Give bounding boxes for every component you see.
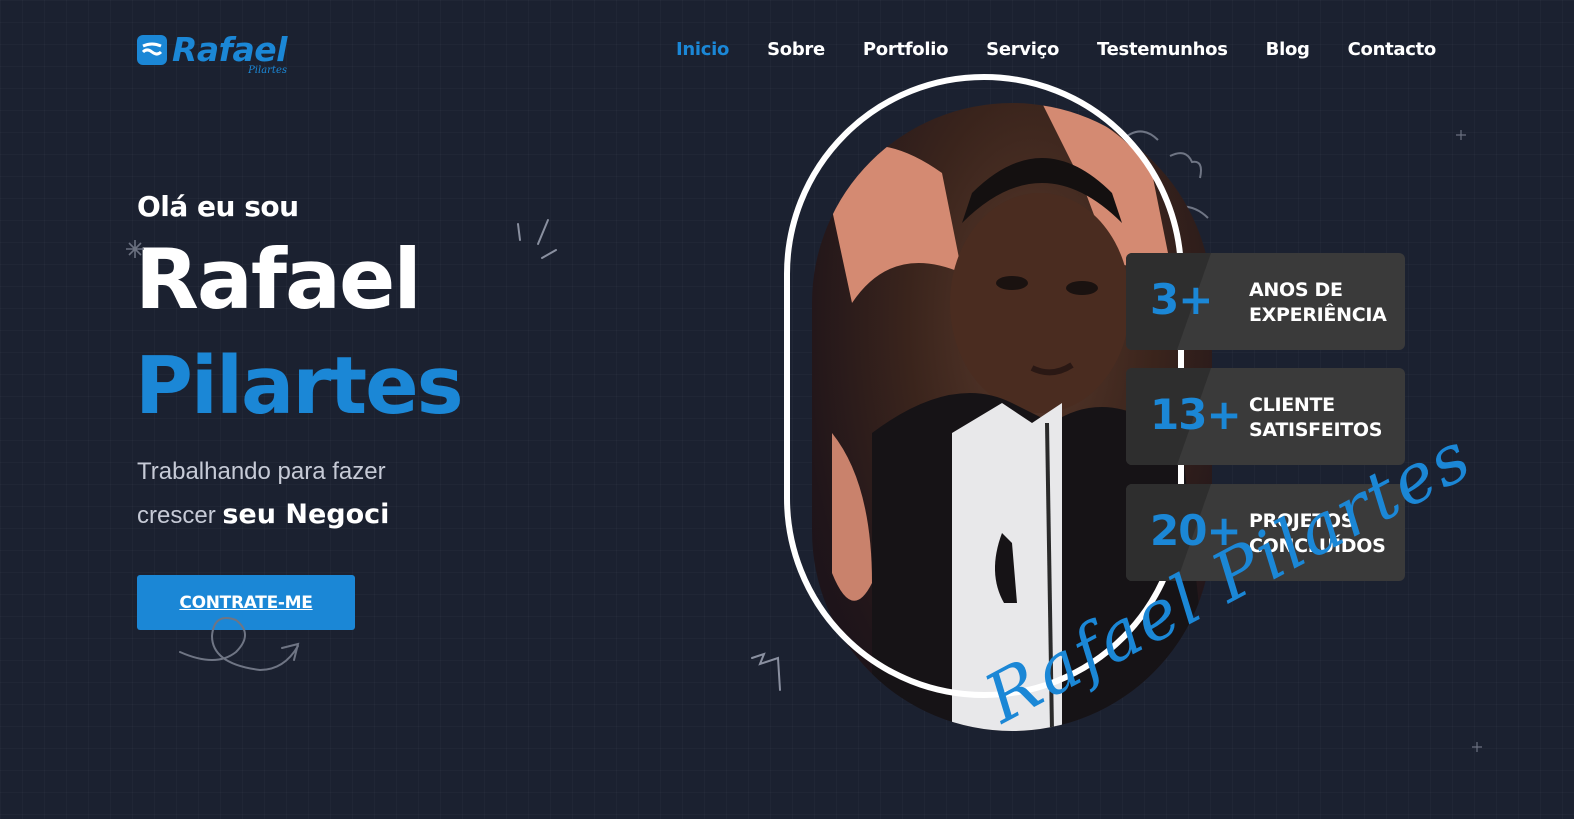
brand-name: Rafael	[172, 30, 288, 69]
tagline-plain: crescer	[137, 502, 216, 529]
hero-first-name: Rafael	[135, 231, 422, 328]
tagline-strong: seu Negoci	[222, 499, 390, 530]
stat-number: 3+	[1150, 275, 1213, 324]
tagline-line-2: crescer seu Negoci	[137, 493, 389, 537]
nav-item-sobre[interactable]: Sobre	[767, 39, 825, 60]
brand-sub: Pilartes	[248, 65, 287, 76]
stat-label-line-1: ANOS DE	[1249, 279, 1343, 301]
brand-logo[interactable]: Rafael Pilartes	[137, 30, 288, 76]
stat-label: CLIENTE SATISFEITOS	[1249, 393, 1382, 443]
sparkle-icon	[126, 240, 144, 258]
nav-item-blog[interactable]: Blog	[1266, 39, 1310, 60]
stat-label-line-2: EXPERIÊNCIA	[1249, 304, 1387, 326]
star-dot-icon	[1456, 130, 1466, 140]
nav-item-inicio[interactable]: Inicio	[676, 39, 729, 60]
nav-item-portfolio[interactable]: Portfolio	[863, 39, 949, 60]
logo-icon	[137, 35, 167, 65]
stat-label: ANOS DE EXPERIÊNCIA	[1249, 278, 1387, 328]
hero-greeting: Olá eu sou	[137, 190, 299, 223]
nav-item-contacto[interactable]: Contacto	[1348, 39, 1437, 60]
curly-arrow-icon	[179, 617, 300, 672]
stat-number: 13+	[1150, 390, 1242, 439]
nav-item-testemunhos[interactable]: Testemunhos	[1097, 39, 1228, 60]
dash-lines-icon	[517, 219, 557, 259]
stat-label-line-2: SATISFEITOS	[1249, 419, 1383, 441]
star-dot-icon	[1472, 742, 1482, 752]
tagline-line-1: Trabalhando para fazer	[137, 458, 386, 485]
squiggle-icon	[751, 652, 781, 691]
stat-card-experience: 3+ ANOS DE EXPERIÊNCIA	[1126, 253, 1405, 350]
nav-item-servico[interactable]: Serviço	[986, 39, 1059, 60]
stat-label-line-1: CLIENTE	[1249, 394, 1335, 416]
main-nav: Inicio Sobre Portfolio Serviço Testemunh…	[676, 39, 1474, 60]
hero-tagline: Trabalhando para fazer crescer seu Negoc…	[137, 450, 389, 537]
stat-card-clients: 13+ CLIENTE SATISFEITOS	[1126, 368, 1405, 465]
hero-last-name: Pilartes	[135, 340, 464, 432]
